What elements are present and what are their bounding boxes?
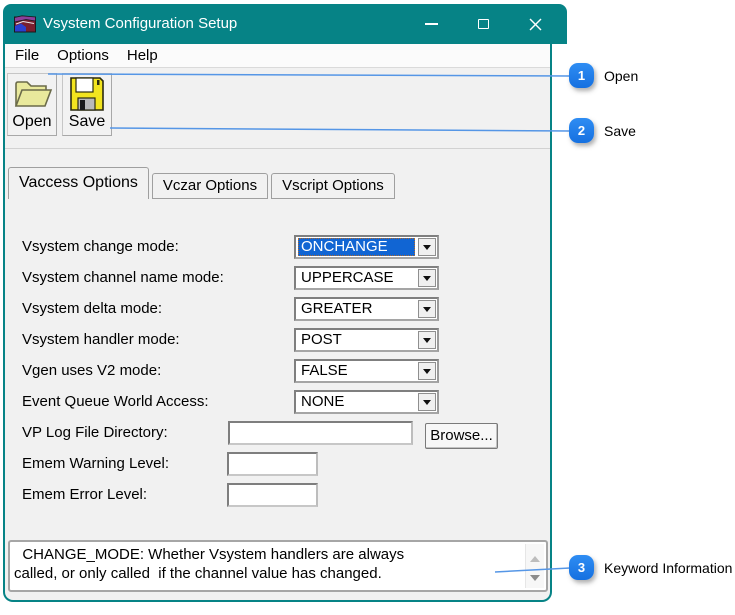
dropdown-vsystem-delta-mode[interactable]: GREATER: [294, 297, 439, 321]
save-button[interactable]: Save: [62, 73, 112, 136]
keyword-information-box: CHANGE_MODE: Whether Vsystem handlers ar…: [8, 540, 548, 592]
menu-options[interactable]: Options: [48, 44, 118, 67]
tab-vczar-options[interactable]: Vczar Options: [152, 173, 268, 199]
open-button[interactable]: Open: [7, 73, 57, 136]
chevron-down-icon: [423, 307, 431, 316]
menu-help[interactable]: Help: [118, 44, 167, 67]
vp-log-file-directory-field[interactable]: [228, 421, 413, 445]
dropdown-value: FALSE: [298, 362, 415, 380]
chevron-down-icon: [423, 245, 431, 254]
emem-error-level-field[interactable]: [227, 483, 318, 507]
label-vsystem-channel-name-mode: Vsystem channel name mode:: [22, 266, 224, 290]
scroll-up-icon: [530, 551, 540, 562]
titlebar: Vsystem Configuration Setup: [3, 4, 567, 44]
scroll-down-button[interactable]: [526, 568, 544, 586]
dropdown-vsystem-channel-name-mode[interactable]: UPPERCASE: [294, 266, 439, 290]
chevron-down-icon: [423, 400, 431, 409]
minimize-button[interactable]: [405, 4, 457, 44]
window-controls: [405, 4, 561, 44]
dropdown-vsystem-change-mode[interactable]: ONCHANGE: [294, 235, 439, 259]
label-vsystem-delta-mode: Vsystem delta mode:: [22, 297, 162, 321]
label-vsystem-handler-mode: Vsystem handler mode:: [22, 328, 180, 352]
callout-3-badge: 3: [569, 555, 594, 580]
window-body: File Options Help Open: [3, 44, 552, 602]
chevron-down-icon: [423, 338, 431, 347]
label-vp-log-file-directory: VP Log File Directory:: [22, 421, 168, 445]
dropdown-arrow-button[interactable]: [418, 269, 436, 287]
menu-file[interactable]: File: [6, 44, 48, 67]
callout-2-badge: 2: [569, 118, 594, 143]
dropdown-value: UPPERCASE: [298, 269, 415, 287]
maximize-button[interactable]: [457, 4, 509, 44]
scroll-down-icon: [530, 575, 540, 586]
callout-1-label: Open: [604, 68, 638, 84]
callout-3: 3 Keyword Information: [569, 555, 732, 580]
label-vgen-uses-v2-mode: Vgen uses V2 mode:: [22, 359, 161, 383]
dropdown-vgen-uses-v2-mode[interactable]: FALSE: [294, 359, 439, 383]
save-floppy-icon: [66, 76, 108, 112]
callout-3-label: Keyword Information: [604, 560, 732, 576]
save-button-label: Save: [63, 112, 111, 132]
info-scrollbar[interactable]: [525, 544, 544, 588]
dropdown-vsystem-handler-mode[interactable]: POST: [294, 328, 439, 352]
label-emem-error-level: Emem Error Level:: [22, 483, 147, 507]
browse-button[interactable]: Browse...: [425, 423, 498, 449]
minimize-icon: [425, 23, 438, 25]
dropdown-arrow-button[interactable]: [418, 300, 436, 318]
callout-2: 2 Save: [569, 118, 636, 143]
dropdown-value: NONE: [298, 393, 415, 411]
tab-vaccess-options[interactable]: Vaccess Options: [8, 167, 149, 199]
label-vsystem-change-mode: Vsystem change mode:: [22, 235, 179, 259]
window-title: Vsystem Configuration Setup: [43, 4, 237, 44]
page: Vsystem Configuration Setup File Options…: [0, 0, 735, 615]
dropdown-value: POST: [298, 331, 415, 349]
dropdown-value: GREATER: [298, 300, 415, 318]
close-button[interactable]: [509, 4, 561, 44]
dropdown-event-queue-world-access[interactable]: NONE: [294, 390, 439, 414]
keyword-information-text: CHANGE_MODE: Whether Vsystem handlers ar…: [14, 545, 522, 583]
chevron-down-icon: [423, 276, 431, 285]
dropdown-arrow-button[interactable]: [418, 238, 436, 256]
dropdown-arrow-button[interactable]: [418, 331, 436, 349]
label-emem-warning-level: Emem Warning Level:: [22, 452, 169, 476]
dropdown-value: ONCHANGE: [298, 238, 415, 256]
callout-1-badge: 1: [569, 63, 594, 88]
label-event-queue-world-access: Event Queue World Access:: [22, 390, 208, 414]
info-line-2: called, or only called if the channel va…: [14, 564, 522, 583]
tab-vscript-options[interactable]: Vscript Options: [271, 173, 395, 199]
open-button-label: Open: [8, 112, 56, 132]
toolbar: Open Save: [5, 69, 550, 149]
callout-2-label: Save: [604, 123, 636, 139]
info-line-1: CHANGE_MODE: Whether Vsystem handlers ar…: [14, 545, 522, 564]
menu-bar: File Options Help: [5, 44, 550, 68]
open-folder-icon: [11, 76, 53, 112]
scroll-up-button[interactable]: [526, 546, 544, 564]
dropdown-arrow-button[interactable]: [418, 362, 436, 380]
chevron-down-icon: [423, 369, 431, 378]
close-icon: [529, 18, 542, 31]
maximize-icon: [478, 19, 489, 29]
dropdown-arrow-button[interactable]: [418, 393, 436, 411]
callout-1: 1 Open: [569, 63, 638, 88]
tab-strip: Vaccess Options Vczar Options Vscript Op…: [8, 167, 395, 199]
app-icon: [14, 15, 36, 33]
emem-warning-level-field[interactable]: [227, 452, 318, 476]
